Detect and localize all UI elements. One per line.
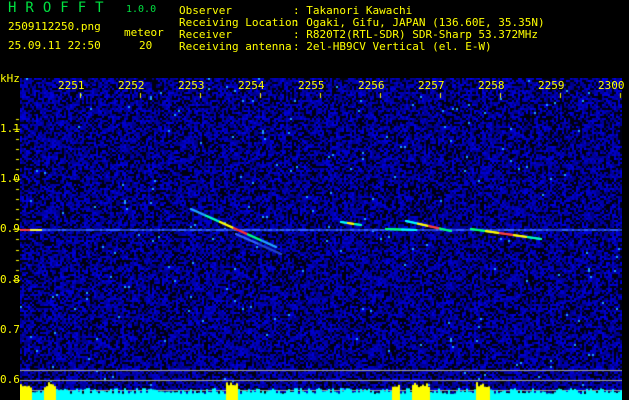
x-tick-label: 2256 bbox=[358, 79, 385, 92]
x-tick-label: 2255 bbox=[298, 79, 325, 92]
x-tick-label: 2300 bbox=[598, 79, 625, 92]
y-tick-label: 0.8 bbox=[0, 272, 20, 286]
y-tick-label: 0.9 bbox=[0, 222, 20, 236]
x-tick-label: 2257 bbox=[418, 79, 445, 92]
x-tick-label: 2259 bbox=[538, 79, 565, 92]
info-value: : 2el-HB9CV Vertical (el. E-W) bbox=[293, 40, 492, 53]
y-tick-label: 0.6 bbox=[0, 373, 20, 386]
x-tick-label: 2251 bbox=[58, 79, 85, 92]
datetime: 25.09.11 22:50 bbox=[8, 39, 101, 52]
x-tick-label: 2253 bbox=[178, 79, 205, 92]
count-label: meteor bbox=[124, 26, 164, 39]
app-brand: HROFFT bbox=[8, 0, 113, 16]
app-version: 1.0.0 bbox=[126, 4, 157, 15]
count-value: 20 bbox=[139, 39, 153, 52]
antenna-value: 2el-HB9CV Vertical (el. E-W) bbox=[306, 40, 492, 53]
y-axis-unit: kHz bbox=[0, 72, 20, 85]
y-tick-label: 1.1 bbox=[0, 122, 20, 135]
filename: 2509112250.png bbox=[8, 20, 101, 33]
x-tick-label: 2254 bbox=[238, 79, 265, 92]
x-tick-label: 2258 bbox=[478, 79, 505, 92]
hrofft-window: HROFFT 1.0.0 2509112250.png 25.09.11 22:… bbox=[0, 0, 629, 400]
y-tick-label: 1.0 bbox=[0, 172, 20, 186]
y-tick-label: 0.7 bbox=[0, 322, 20, 336]
info-label: Receiving antenna bbox=[179, 40, 292, 53]
axes bbox=[0, 0, 629, 400]
x-tick-label: 2252 bbox=[118, 79, 145, 92]
